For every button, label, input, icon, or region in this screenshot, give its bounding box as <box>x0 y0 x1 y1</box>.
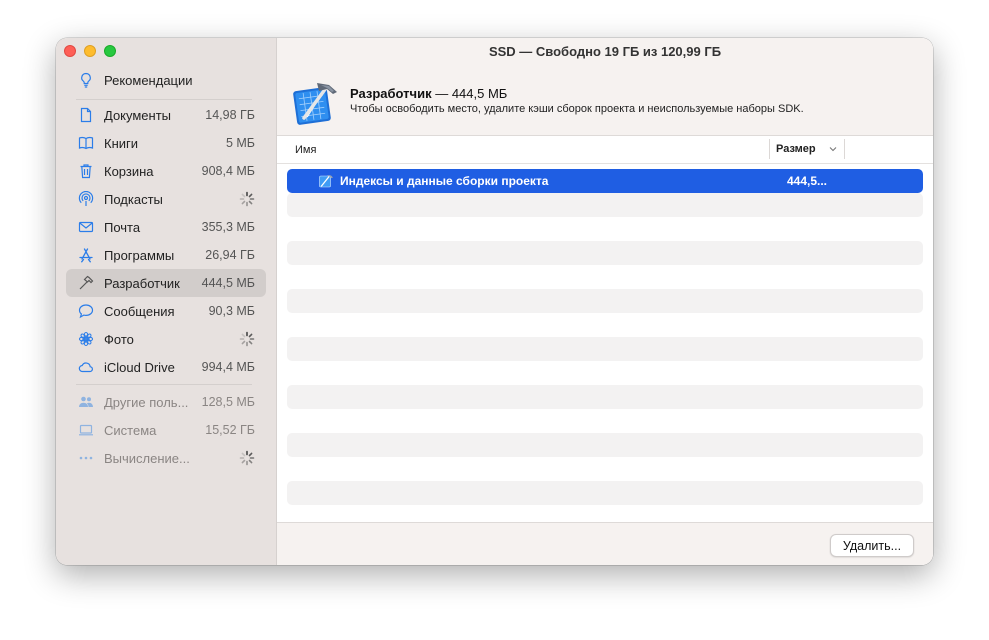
sidebar-item-other-users[interactable]: Другие поль... 128,5 МБ <box>66 388 266 416</box>
sidebar-item-size: 14,98 ГБ <box>205 108 255 122</box>
storage-window: Рекомендации Документы 14,98 ГБ Книги 5 … <box>56 38 933 565</box>
sidebar-item-photos[interactable]: Фото <box>66 325 266 353</box>
ellipsis-icon <box>76 448 96 468</box>
sidebar-item-label: iCloud Drive <box>104 359 175 375</box>
sidebar-item-label: Почта <box>104 219 141 235</box>
xcode-icon <box>293 83 337 125</box>
sidebar-item-label: Фото <box>104 331 134 347</box>
sidebar-item-books[interactable]: Книги 5 МБ <box>66 129 266 157</box>
sidebar-item-label: Разработчик <box>104 275 180 291</box>
sidebar-item-size: 15,52 ГБ <box>205 423 255 437</box>
table-header: Имя Размер <box>277 136 933 164</box>
footer-bar: Удалить... <box>277 522 933 565</box>
close-window-button[interactable] <box>64 45 76 57</box>
sidebar-item-recommendations[interactable]: Рекомендации <box>66 66 266 94</box>
sidebar-item-label: Подкасты <box>104 191 163 207</box>
sidebar-item-messages[interactable]: Сообщения 90,3 МБ <box>66 297 266 325</box>
trash-icon <box>76 161 96 181</box>
column-separator <box>844 139 845 159</box>
sidebar-item-size: 444,5 МБ <box>201 276 255 290</box>
sidebar-item-label: Книги <box>104 135 139 151</box>
empty-row <box>287 289 923 313</box>
column-header-size-label: Размер <box>776 143 816 155</box>
sidebar-item-system[interactable]: Система 15,52 ГБ <box>66 416 266 444</box>
sidebar-item-developer[interactable]: Разработчик 444,5 МБ <box>66 269 266 297</box>
loading-spinner-icon <box>239 450 255 466</box>
sidebar-item-size: 355,3 МБ <box>201 220 255 234</box>
sidebar-item-label: Корзина <box>104 163 154 179</box>
empty-row <box>287 193 923 217</box>
sidebar-item-label: Другие поль... <box>104 394 189 410</box>
zoom-window-button[interactable] <box>104 45 116 57</box>
main-pane: SSD — Свободно 19 ГБ из 120,99 ГБ Разраб… <box>277 38 933 565</box>
document-icon <box>76 105 96 125</box>
column-header-name[interactable]: Имя <box>295 144 316 156</box>
loading-spinner-icon <box>239 331 255 347</box>
category-size: — 444,5 МБ <box>431 86 508 101</box>
podcast-icon <box>76 189 96 209</box>
empty-row <box>287 241 923 265</box>
row-name: Индексы и данные сборки проекта <box>340 174 549 188</box>
sidebar-item-icloud-drive[interactable]: iCloud Drive 994,4 МБ <box>66 353 266 381</box>
sidebar-item-label: Программы <box>104 247 175 263</box>
laptop-icon <box>76 420 96 440</box>
category-description: Чтобы освободить место, удалите кэши сбо… <box>350 103 804 115</box>
loading-spinner-icon <box>239 191 255 207</box>
xcode-file-icon <box>319 175 333 188</box>
message-bubble-icon <box>76 301 96 321</box>
table-row[interactable]: Индексы и данные сборки проекта 444,5... <box>287 169 923 193</box>
sidebar-item-applications[interactable]: Программы 26,94 ГБ <box>66 241 266 269</box>
empty-row <box>287 433 923 457</box>
sidebar-item-size: 90,3 МБ <box>208 304 255 318</box>
window-controls <box>64 45 116 57</box>
sidebar-item-label: Сообщения <box>104 303 175 319</box>
lightbulb-icon <box>76 70 96 90</box>
sidebar-item-mail[interactable]: Почта 355,3 МБ <box>66 213 266 241</box>
sidebar-item-label: Система <box>104 422 157 438</box>
sidebar-item-label: Вычисление... <box>104 450 190 466</box>
empty-row <box>287 337 923 361</box>
column-header-size[interactable]: Размер <box>769 139 838 159</box>
category-title: Разработчик — 444,5 МБ <box>350 86 507 101</box>
window-title: SSD — Свободно 19 ГБ из 120,99 ГБ <box>277 38 933 65</box>
row-size: 444,5... <box>786 174 827 188</box>
book-icon <box>76 133 96 153</box>
cloud-icon <box>76 357 96 377</box>
empty-row <box>287 385 923 409</box>
minimize-window-button[interactable] <box>84 45 96 57</box>
sidebar-item-label: Документы <box>104 107 172 123</box>
hammer-icon <box>76 273 96 293</box>
sidebar: Рекомендации Документы 14,98 ГБ Книги 5 … <box>56 38 277 565</box>
app-store-icon <box>76 245 96 265</box>
sidebar-item-trash[interactable]: Корзина 908,4 МБ <box>66 157 266 185</box>
photos-flower-icon <box>76 329 96 349</box>
delete-button[interactable]: Удалить... <box>830 534 914 557</box>
chevron-down-icon <box>829 147 837 152</box>
sidebar-item-documents[interactable]: Документы 14,98 ГБ <box>66 101 266 129</box>
category-name: Разработчик <box>350 86 432 101</box>
sidebar-item-size: 5 МБ <box>225 136 255 150</box>
sidebar-item-calculating[interactable]: Вычисление... <box>66 444 266 472</box>
sidebar-item-size: 26,94 ГБ <box>205 248 255 262</box>
envelope-icon <box>76 217 96 237</box>
sidebar-divider <box>76 384 252 385</box>
sidebar-item-size: 128,5 МБ <box>201 395 255 409</box>
category-header: Разработчик — 444,5 МБ Чтобы освободить … <box>277 65 933 136</box>
empty-row <box>287 481 923 505</box>
sidebar-item-size: 994,4 МБ <box>201 360 255 374</box>
users-icon <box>76 392 96 412</box>
sidebar-divider <box>76 99 252 100</box>
sidebar-item-label: Рекомендации <box>104 72 193 88</box>
sidebar-item-size: 908,4 МБ <box>201 164 255 178</box>
sidebar-item-podcasts[interactable]: Подкасты <box>66 185 266 213</box>
